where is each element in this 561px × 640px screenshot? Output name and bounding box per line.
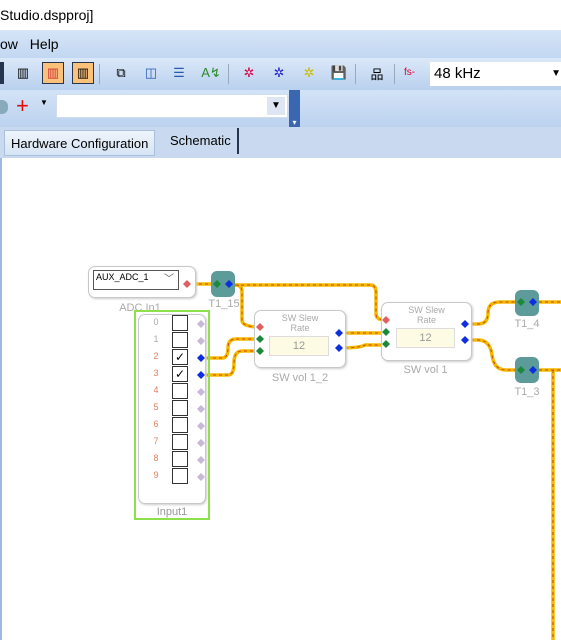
channel-number: 5 [153,402,159,412]
channel-number: 8 [153,453,159,463]
adc-select[interactable]: AUX_ADC_1 ﹀ [93,270,179,290]
channel-number: 1 [153,334,159,344]
channel-number: 6 [153,419,159,429]
channel-number: 4 [153,385,159,395]
slew-label: SW vol 1_2 [271,372,329,384]
wire [533,368,561,640]
channel-checkbox[interactable] [172,417,188,433]
channel-number: 9 [153,470,159,480]
adc-block[interactable]: AUX_ADC_1 ﹀ [88,266,196,298]
channel-checkbox[interactable] [172,434,188,450]
cell-t1-4[interactable] [515,290,539,316]
channel-checkbox[interactable]: ✓ [172,349,188,365]
channel-checkbox[interactable]: ✓ [172,366,188,382]
slew-title: SW Slew [281,313,319,323]
chevron-down-icon: ﹀ [164,274,174,285]
channel-number: 3 [153,368,159,378]
slew-title: SW Slew [408,305,445,315]
channel-checkbox[interactable] [172,468,188,484]
channel-checkbox[interactable] [172,332,188,348]
channel-number: 7 [153,436,159,446]
cell-t1-15-label: T1_15 [208,298,240,310]
channel-checkbox[interactable] [172,383,188,399]
channel-checkbox[interactable] [172,451,188,467]
slew-title: Rate [416,315,436,325]
slew-value[interactable]: 12 [269,336,329,356]
channel-number: 0 [153,317,159,327]
cell-t1-3-label: T1_3 [514,386,540,398]
cell-t1-4-label: T1_4 [514,318,540,330]
cell-t1-3[interactable] [515,357,539,383]
slew-value[interactable]: 12 [396,328,455,348]
channel-number: 2 [153,351,159,361]
channel-checkbox[interactable] [172,315,188,331]
cell-t1-15[interactable] [211,271,235,297]
input-label: Input1 [156,506,188,518]
channel-checkbox[interactable] [172,400,188,416]
slew-title: Rate [290,323,310,333]
slew-block-1-2[interactable]: SW Slew Rate 12 [254,310,346,368]
adc-select-value: AUX_ADC_1 [96,272,149,282]
slew-label: SW vol 1 [403,364,448,376]
slew-block-1[interactable]: SW Slew Rate 12 [381,302,472,361]
